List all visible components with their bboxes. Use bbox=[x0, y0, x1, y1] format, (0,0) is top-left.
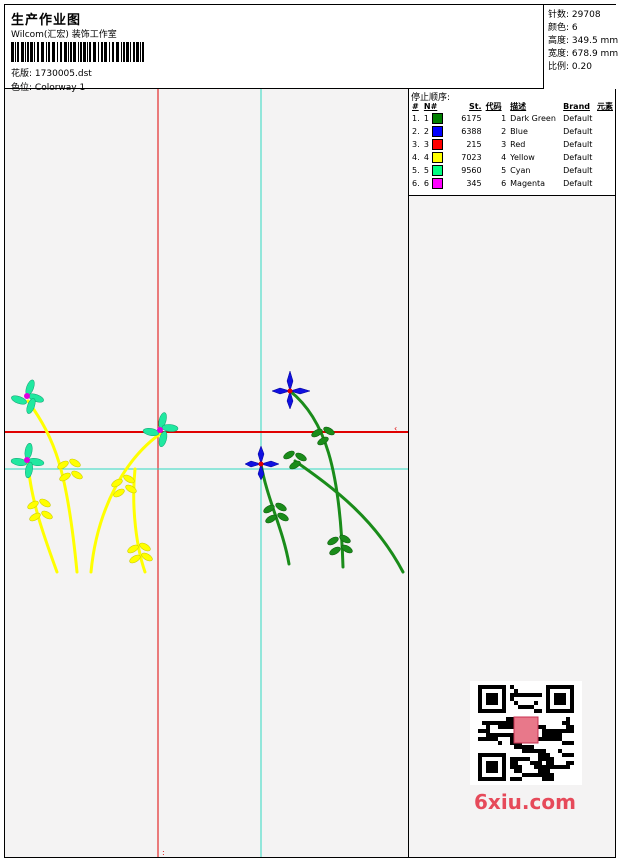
row-index: 2. bbox=[412, 127, 420, 136]
table-header-row: # N# St. 代码 描述 Brand 元素 bbox=[410, 100, 615, 112]
col-stitches: St. bbox=[468, 101, 482, 111]
row-code: 5 bbox=[501, 166, 507, 175]
row-brand: Default bbox=[563, 114, 593, 123]
cyan-flowers bbox=[10, 379, 179, 479]
table-row: 2. 2 6388 2 Blue Default bbox=[410, 125, 615, 138]
row-code: 6 bbox=[501, 179, 507, 188]
header-panel: 生产作业图 Wilcom(汇宏) 装饰工作室 花版: 1730005.dst 色… bbox=[4, 4, 619, 93]
col-description: 描述 bbox=[510, 101, 527, 111]
row-description: Cyan bbox=[510, 166, 531, 175]
qr-logo-icon bbox=[513, 716, 539, 744]
row-index: 4. bbox=[412, 153, 420, 162]
design-canvas[interactable]: ‹: bbox=[5, 89, 409, 857]
row-brand: Default bbox=[563, 127, 593, 136]
table-row: 1. 1 6175 1 Dark Green Default bbox=[410, 112, 615, 125]
color-swatch bbox=[431, 165, 443, 176]
color-swatch bbox=[431, 113, 443, 124]
row-description: Red bbox=[510, 140, 526, 149]
row-needle: 5 bbox=[422, 164, 450, 177]
pattern-value: 1730005.dst bbox=[34, 69, 92, 79]
color-swatch bbox=[431, 178, 443, 189]
row-description: Dark Green bbox=[510, 114, 556, 123]
row-code: 1 bbox=[501, 114, 507, 123]
stop-sequence-panel: 停止顺序: # N# St. 代码 描述 Brand 元素 1. 1 6175 1 D… bbox=[409, 89, 615, 196]
green-leaves bbox=[263, 426, 353, 556]
table-row: 5. 5 9560 5 Cyan Default bbox=[410, 164, 615, 177]
row-index: 3. bbox=[412, 140, 420, 149]
stat-scale: 比例: 0.20 bbox=[548, 62, 592, 72]
row-stitches: 6175 bbox=[461, 114, 482, 123]
row-element bbox=[595, 151, 615, 164]
row-code: 4 bbox=[501, 153, 507, 162]
row-element bbox=[595, 138, 615, 151]
row-needle: 3 bbox=[422, 138, 450, 151]
stat-colors: 颜色: 6 bbox=[548, 23, 578, 33]
guide-mark: ‹ bbox=[394, 424, 397, 433]
row-needle: 1 bbox=[422, 112, 450, 125]
stop-sequence-table: # N# St. 代码 描述 Brand 元素 1. 1 6175 1 Dark Gr… bbox=[410, 100, 615, 190]
pattern-info: 花版: 1730005.dst bbox=[11, 66, 92, 79]
row-description: Yellow bbox=[510, 153, 535, 162]
barcode bbox=[11, 42, 144, 62]
row-brand: Default bbox=[563, 153, 593, 162]
table-row: 6. 6 345 6 Magenta Default bbox=[410, 177, 615, 190]
row-stitches: 345 bbox=[466, 179, 482, 188]
color-swatch bbox=[431, 139, 443, 150]
guide-bottom-mark: : bbox=[162, 848, 165, 857]
stats-panel: 针数: 29708 颜色: 6 高度: 349.5 mm 宽度: 678.9 m… bbox=[543, 5, 619, 89]
row-brand: Default bbox=[563, 179, 593, 188]
stat-stitches: 针数: 29708 bbox=[548, 10, 601, 20]
qr-code bbox=[470, 681, 582, 785]
table-row: 4. 4 7023 4 Yellow Default bbox=[410, 151, 615, 164]
row-stitches: 215 bbox=[466, 140, 482, 149]
stat-height: 高度: 349.5 mm bbox=[548, 36, 619, 46]
row-stitches: 9560 bbox=[461, 166, 482, 175]
color-swatch bbox=[431, 126, 443, 137]
col-needle: N# bbox=[423, 101, 438, 111]
row-code: 3 bbox=[501, 140, 507, 149]
row-needle: 6 bbox=[422, 177, 450, 190]
page-title: 生产作业图 bbox=[11, 13, 82, 28]
row-description: Magenta bbox=[510, 179, 546, 188]
col-brand: Brand bbox=[563, 101, 591, 111]
col-element: 元素 bbox=[597, 101, 613, 111]
col-code: 代码 bbox=[485, 101, 502, 111]
row-element bbox=[595, 112, 615, 125]
row-index: 5. bbox=[412, 166, 420, 175]
row-element bbox=[595, 125, 615, 138]
row-needle: 4 bbox=[422, 151, 450, 164]
col-index: # bbox=[412, 101, 419, 111]
row-index: 1. bbox=[412, 114, 420, 123]
row-description: Blue bbox=[510, 127, 528, 136]
row-stitches: 6388 bbox=[461, 127, 482, 136]
row-brand: Default bbox=[563, 140, 593, 149]
row-code: 2 bbox=[501, 127, 507, 136]
row-stitches: 7023 bbox=[461, 153, 482, 162]
watermark-text: 6xiu.com bbox=[474, 790, 576, 814]
color-swatch bbox=[431, 152, 443, 163]
embroidery-preview: ‹: bbox=[5, 89, 408, 857]
pattern-label: 花版: bbox=[11, 69, 33, 79]
company-name: Wilcom(汇宏) 装饰工作室 bbox=[11, 30, 117, 40]
stat-width: 宽度: 678.9 mm bbox=[548, 49, 619, 59]
row-element bbox=[595, 164, 615, 177]
row-needle: 2 bbox=[422, 125, 450, 138]
table-row: 3. 3 215 3 Red Default bbox=[410, 138, 615, 151]
row-index: 6. bbox=[412, 179, 420, 188]
row-brand: Default bbox=[563, 166, 593, 175]
row-element bbox=[595, 177, 615, 190]
